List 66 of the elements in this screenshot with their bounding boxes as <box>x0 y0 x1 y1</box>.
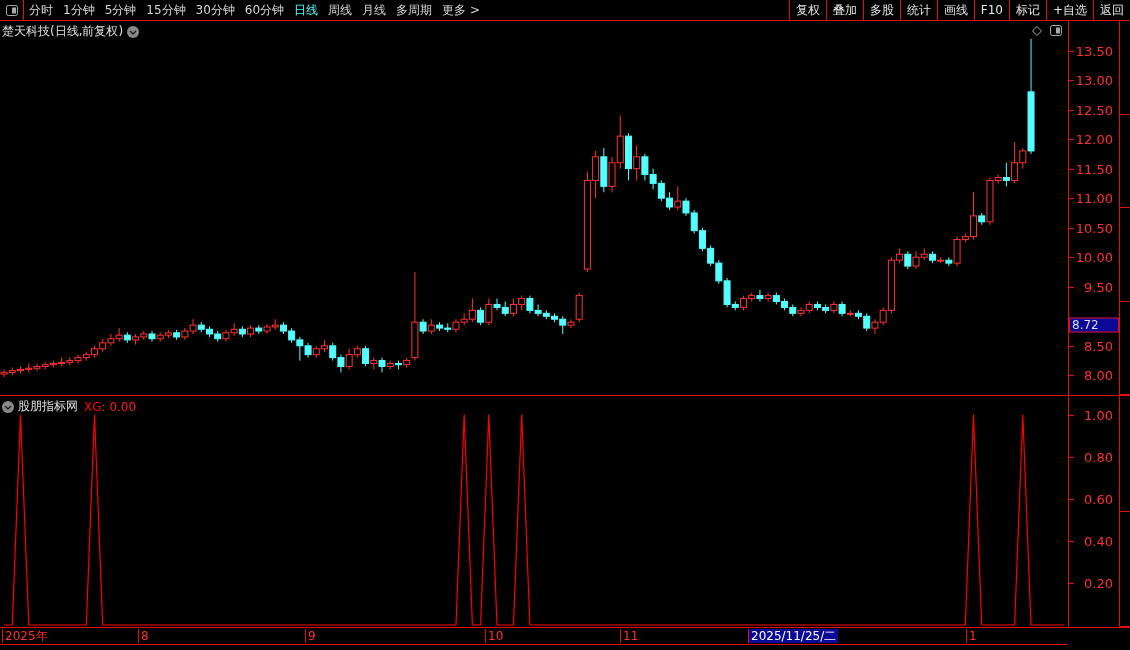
candlestick <box>756 289 764 303</box>
date-label: 8 <box>138 629 151 643</box>
candlestick <box>633 144 641 181</box>
axis-label: 12.00 <box>1075 131 1113 147</box>
toolbar-button[interactable]: 叠加 <box>825 0 863 20</box>
candlestick <box>419 318 427 335</box>
toolbar-button[interactable]: 多股 <box>862 0 900 20</box>
axis-label: 0.40 <box>1084 533 1113 549</box>
axis-label: 12.50 <box>1075 102 1113 118</box>
period-tab[interactable]: 60分钟 <box>239 0 290 20</box>
period-tab[interactable]: 1分钟 <box>58 0 100 20</box>
indicator-reading: : 0.00 <box>101 399 137 414</box>
candlestick <box>945 256 953 267</box>
date-label: 2025年 <box>2 629 50 643</box>
date-label: 10 <box>485 629 506 643</box>
axis-label: 1.00 <box>1084 407 1113 423</box>
toolbar-button[interactable]: F10 <box>973 0 1009 20</box>
candlestick <box>411 271 419 362</box>
period-tab[interactable]: 分时 <box>24 0 58 20</box>
toolbar-button[interactable]: 返回 <box>1093 0 1130 20</box>
axis-label: 13.00 <box>1075 72 1113 88</box>
axis-label: 0.20 <box>1084 575 1113 591</box>
date-label: 9 <box>305 629 318 643</box>
axis-label: 0.60 <box>1084 491 1113 507</box>
axis-label: 11.50 <box>1075 161 1113 177</box>
period-tab[interactable]: 月线 <box>357 0 392 20</box>
panel-toggle-icon[interactable] <box>1050 25 1062 36</box>
candlestick <box>378 357 386 373</box>
date-label: 1 <box>966 629 979 643</box>
toolbar-button[interactable]: 画线 <box>936 0 974 20</box>
diamond-icon[interactable] <box>1032 25 1042 36</box>
indicator-name: 股朋指标网 <box>18 398 78 415</box>
candlestick <box>764 292 772 303</box>
axis-label: 10.00 <box>1075 249 1113 265</box>
period-tab[interactable]: 15分钟 <box>141 0 191 20</box>
current-price-tag: 8.72 <box>1069 317 1119 333</box>
toolbar-button[interactable]: 标记 <box>1008 0 1046 20</box>
stock-title: 楚天科技(日线,前复权) <box>2 23 124 40</box>
chevron-down-icon[interactable] <box>127 25 140 38</box>
period-tab[interactable]: 5分钟 <box>99 0 142 20</box>
chevron-down-icon[interactable] <box>2 400 14 413</box>
period-tab[interactable]: 周线 <box>323 0 358 20</box>
toolbar-button[interactable]: 复权 <box>788 0 826 20</box>
sidebar-toggle-icon[interactable] <box>5 4 18 16</box>
axis-label: 0.80 <box>1084 449 1113 465</box>
candlestick <box>624 132 632 181</box>
period-tab[interactable]: 多周期 <box>391 0 438 20</box>
axis-label: 11.00 <box>1075 190 1113 206</box>
candlestick <box>1027 38 1035 155</box>
series-name: XG <box>84 399 102 414</box>
axis-label: 9.50 <box>1084 279 1113 295</box>
date-label: 11 <box>620 629 641 643</box>
period-tab[interactable]: 日线 <box>289 0 324 20</box>
period-tab[interactable]: 30分钟 <box>190 0 240 20</box>
date-label: 2025/11/25/二 <box>748 629 839 643</box>
axis-label: 13.50 <box>1075 43 1113 58</box>
candlestick <box>830 301 838 314</box>
candlestick <box>567 318 575 329</box>
axis-label: 8.50 <box>1084 338 1113 354</box>
axis-label: 10.50 <box>1075 220 1113 236</box>
candlestick <box>838 301 846 317</box>
toolbar-button[interactable]: +自选 <box>1045 0 1093 20</box>
axis-label: 8.00 <box>1084 367 1113 383</box>
toolbar-button[interactable]: 统计 <box>899 0 937 20</box>
candlestick <box>148 330 156 343</box>
period-tab[interactable]: 更多 > <box>437 0 485 20</box>
